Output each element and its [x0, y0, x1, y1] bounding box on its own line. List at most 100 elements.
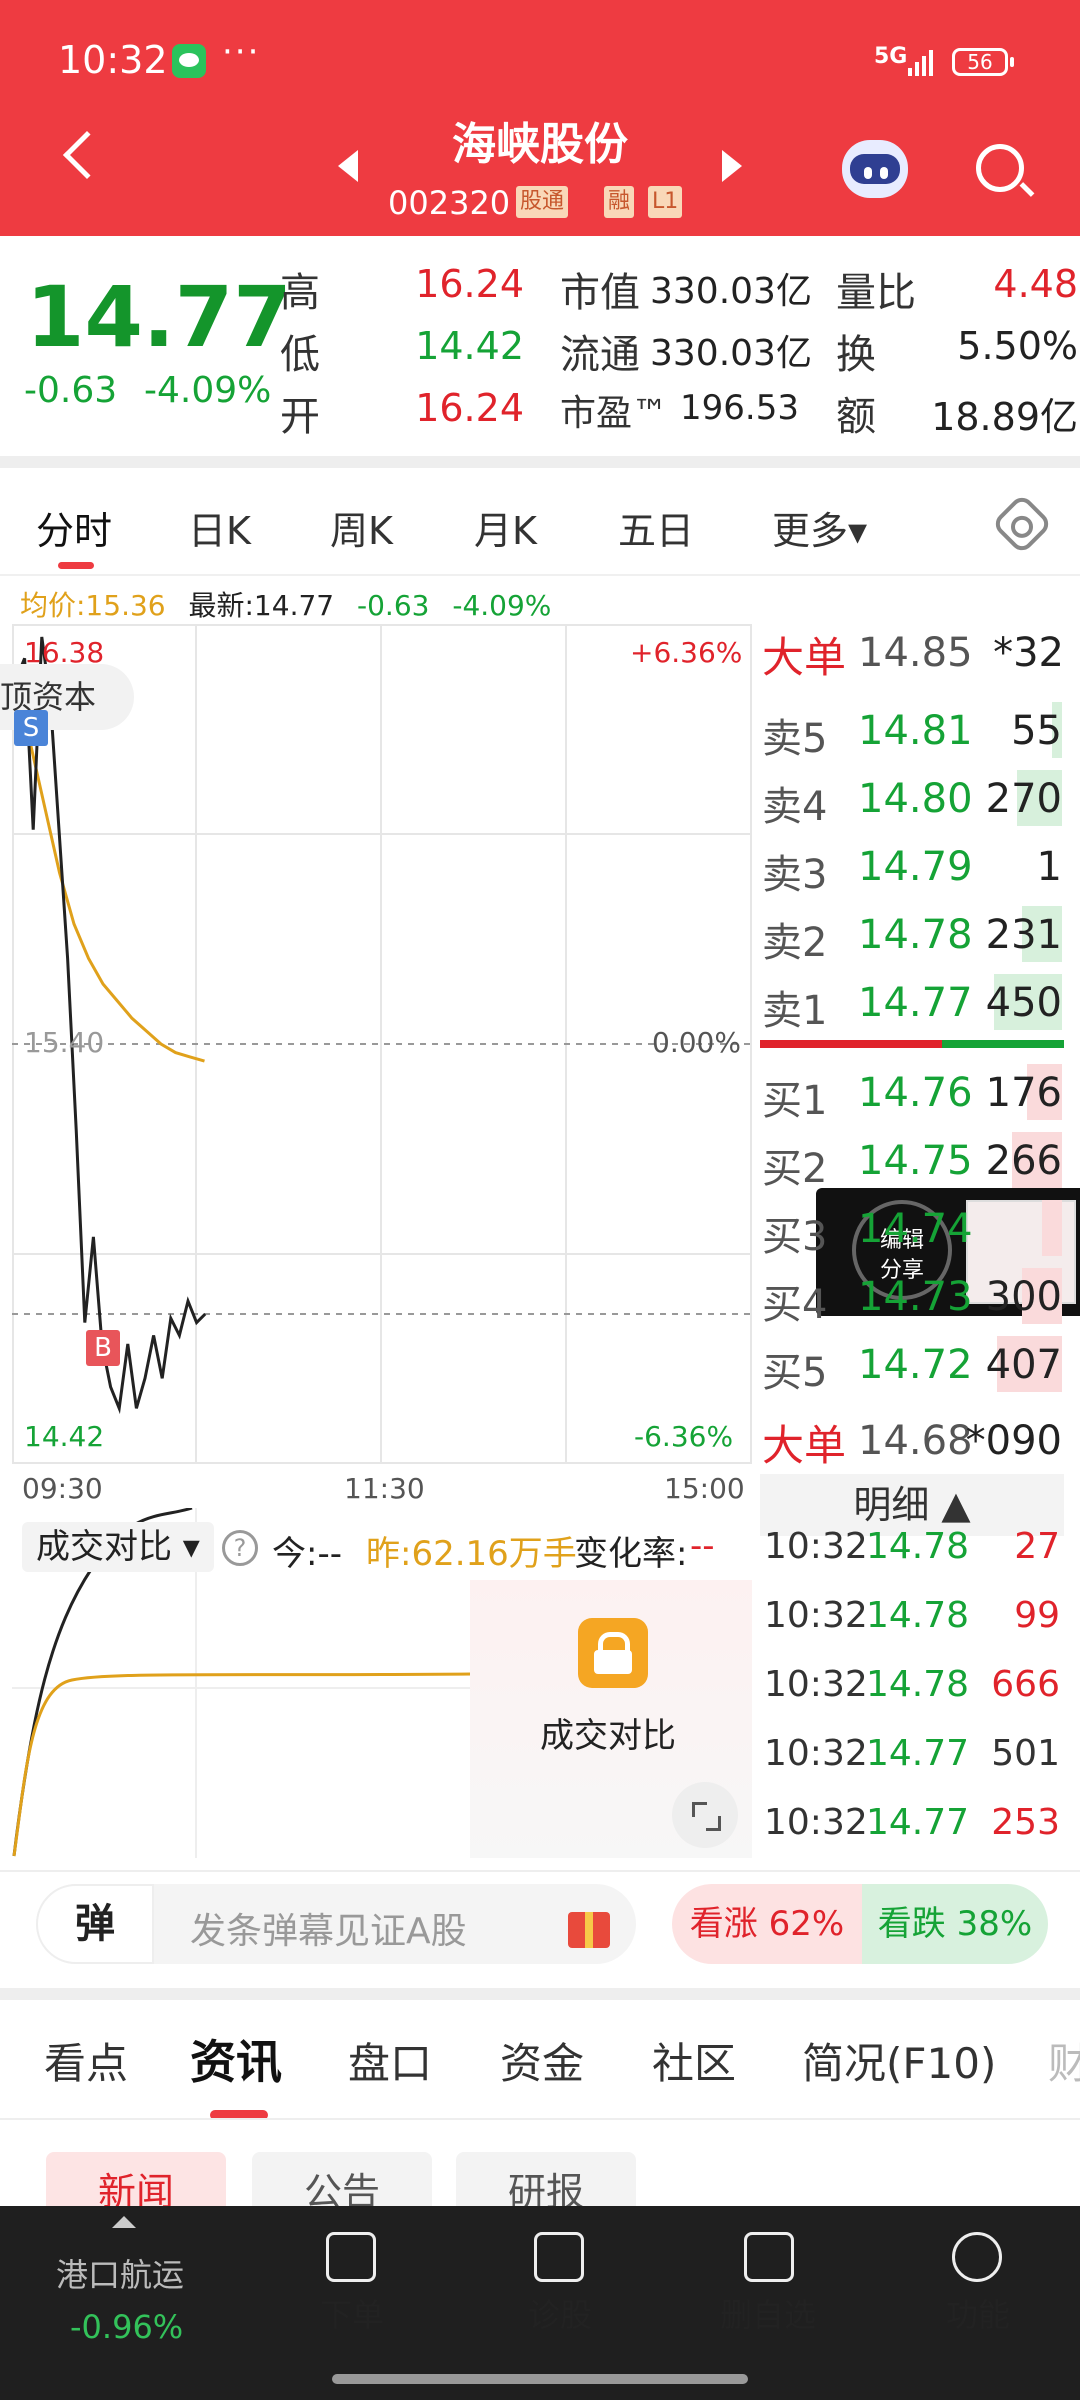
search-icon[interactable] [976, 144, 1024, 192]
chart-legend: 均价:15.36 最新:14.77 -0.63 -4.09% [20, 584, 551, 624]
divider [0, 574, 1080, 576]
divider [0, 1988, 1080, 2000]
tab-weekly-k[interactable]: 周K [330, 500, 393, 555]
nav-diagnose[interactable]: 诊股 [480, 2290, 640, 2336]
level-label: 卖5 [762, 716, 828, 762]
nav-remove-watchlist[interactable]: 删自选 [688, 2290, 848, 2336]
order-icon[interactable] [326, 2232, 376, 2282]
pe-label: 市盈™ [560, 393, 669, 434]
section-tab-finance[interactable]: 财 [1048, 2030, 1080, 2091]
vote-down-button[interactable]: 看跌 38% [862, 1884, 1048, 1964]
section-tab-news[interactable]: 资讯 [190, 2026, 282, 2092]
tick-volume: 99 [1014, 1595, 1060, 1636]
expand-icon[interactable] [672, 1782, 738, 1848]
back-icon[interactable] [62, 130, 112, 180]
ratio-bar-sell [760, 1040, 942, 1048]
big-buy-price: 14.68 [858, 1418, 973, 1464]
turnover-label: 换 [836, 332, 876, 378]
compare-yesterday: 昨:62.16万手 [366, 1534, 577, 1574]
sell-marker[interactable]: S [14, 710, 48, 746]
buy-marker[interactable]: B [86, 1330, 120, 1366]
tick-row: 10:32 14.78 666 [762, 1664, 1062, 1732]
high-label: 高 [280, 270, 320, 316]
tick-time: 10:32 [764, 1664, 868, 1705]
gift-icon[interactable] [568, 1912, 610, 1948]
tick-volume: 27 [1014, 1526, 1060, 1567]
ask-row[interactable]: 卖2 14.78 231 [762, 902, 1062, 966]
compare-selector[interactable]: 成交对比 ▾ [22, 1522, 214, 1572]
sector-expand-icon[interactable] [112, 2216, 136, 2228]
stock-name: 海峡股份 [452, 119, 628, 170]
big-sell-price: 14.85 [858, 630, 973, 676]
section-tab-highlights[interactable]: 看点 [44, 2030, 128, 2091]
bid-row[interactable]: 买1 14.76 176 [762, 1060, 1062, 1124]
next-stock-icon[interactable] [722, 150, 742, 182]
signal-icon [908, 46, 938, 76]
level-label: 买4 [762, 1282, 828, 1328]
mktcap-value: 330.03亿 [650, 271, 812, 312]
home-indicator[interactable] [332, 2374, 748, 2384]
bid-row[interactable]: 买3 14.74 [762, 1196, 1062, 1260]
ask-row[interactable]: 卖3 14.79 1 [762, 834, 1062, 898]
tab-active-indicator [58, 562, 94, 569]
divider [0, 1870, 1080, 1872]
level-volume: 450 [985, 980, 1062, 1026]
header-bar: 10:32 ··· 5G 56 海峡股份 002320 股通 融 L1 [0, 0, 1080, 236]
menu-icon[interactable] [952, 2232, 1002, 2282]
danmaku-placeholder[interactable]: 发条弹幕见证A股 [190, 1902, 467, 1954]
robot-assistant-icon[interactable] [842, 140, 908, 198]
vote-up-button[interactable]: 看涨 62% [672, 1884, 862, 1964]
ask-row[interactable]: 卖4 14.80 270 [762, 766, 1062, 830]
tick-price: 14.77 [866, 1802, 970, 1843]
bid-row[interactable]: 买4 14.73 300 [762, 1264, 1062, 1328]
section-tab-funds[interactable]: 资金 [500, 2030, 584, 2091]
robot-eye-left [864, 167, 872, 179]
level-price: 14.80 [858, 776, 973, 822]
x-tick-label: 15:00 [664, 1472, 745, 1505]
big-sell-label: 大单 [762, 633, 847, 682]
last-price: 14.77 [26, 268, 292, 366]
robot-eye-right [880, 167, 888, 179]
section-tab-community[interactable]: 社区 [652, 2030, 736, 2091]
lock-icon[interactable] [578, 1618, 648, 1688]
y-bottom-label: 14.42 [24, 1420, 105, 1453]
intraday-chart[interactable] [12, 624, 752, 1464]
ask-row[interactable]: 卖1 14.77 450 [762, 970, 1062, 1034]
nav-order[interactable]: 下单 [272, 2290, 432, 2336]
danmaku-icon[interactable]: 弹 [36, 1884, 154, 1964]
volratio-label: 量比 [836, 270, 916, 316]
bid-row[interactable]: 买2 14.75 266 [762, 1128, 1062, 1192]
settings-icon[interactable] [990, 492, 1054, 556]
tab-monthly-k[interactable]: 月K [474, 500, 537, 555]
tab-more[interactable]: 更多▾ [772, 500, 867, 555]
tab-five-day[interactable]: 五日 [618, 500, 694, 555]
tag-level: L1 [648, 186, 683, 218]
compare-rate: -- [690, 1526, 715, 1566]
last-price-label: 最新:14.77 [188, 589, 335, 622]
tag-margin: 融 [604, 186, 635, 218]
nav-functions[interactable]: 功能 [898, 2290, 1058, 2336]
sector-name[interactable]: 港口航运 [56, 2250, 184, 2296]
section-tab-orders[interactable]: 盘口 [348, 2030, 432, 2091]
tick-time: 10:32 [764, 1526, 868, 1567]
tick-price: 14.77 [866, 1733, 970, 1774]
level-price: 14.75 [858, 1138, 973, 1184]
open-label: 开 [280, 394, 320, 440]
section-tab-f10[interactable]: 简况(F10) [802, 2030, 996, 2091]
help-icon[interactable]: ? [222, 1530, 258, 1566]
diagnose-icon[interactable] [534, 2232, 584, 2282]
level-label: 买5 [762, 1350, 828, 1396]
network-label: 5G [874, 44, 908, 69]
ask-row[interactable]: 卖5 14.81 55 [762, 698, 1062, 762]
level-price: 14.76 [858, 1070, 973, 1116]
locked-label: 成交对比 [540, 1716, 676, 1756]
tab-intraday[interactable]: 分时 [36, 500, 112, 555]
level-label: 买2 [762, 1146, 828, 1192]
tab-daily-k[interactable]: 日K [188, 500, 251, 555]
remove-watchlist-icon[interactable] [744, 2232, 794, 2282]
level-price: 14.79 [858, 844, 973, 890]
level-label: 买3 [762, 1214, 828, 1260]
bid-row[interactable]: 买5 14.72 407 [762, 1332, 1062, 1396]
tick-time: 10:32 [764, 1595, 868, 1636]
turnover-value: 5.50% [957, 324, 1078, 368]
